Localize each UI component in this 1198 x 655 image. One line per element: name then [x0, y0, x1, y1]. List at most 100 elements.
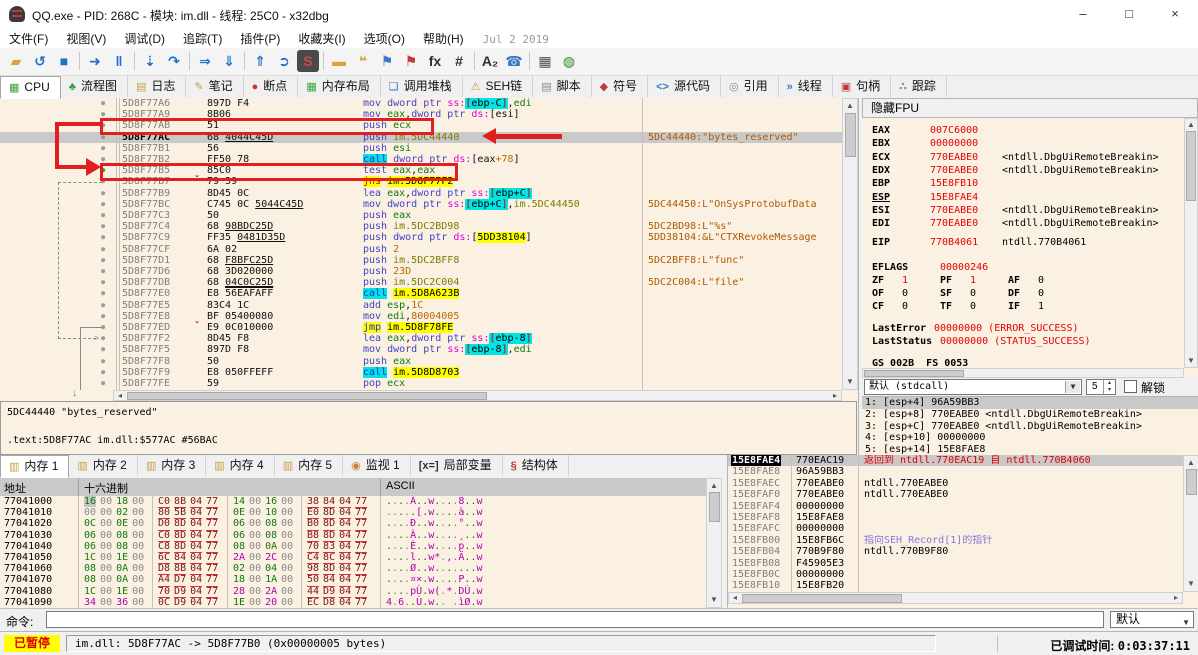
- scrollbar-thumb[interactable]: [127, 392, 487, 400]
- stack-row[interactable]: 15E8FAEC 770EABE0 ntdll.770EABE0: [728, 478, 1183, 489]
- trace-into-icon[interactable]: ➲: [273, 50, 295, 72]
- scroll-up-icon[interactable]: ▲: [1185, 119, 1197, 131]
- menu-item[interactable]: 追踪(T): [174, 28, 231, 49]
- command-script-dropdown[interactable]: 默认 ▼: [1110, 611, 1194, 628]
- calculator-icon[interactable]: ▦: [534, 50, 556, 72]
- tab-调用堆栈[interactable]: ❏ 调用堆栈: [381, 76, 463, 97]
- stack-row[interactable]: 15E8FAF8 15E8FAE8: [728, 512, 1183, 523]
- menu-item[interactable]: 收藏夹(I): [289, 28, 354, 49]
- strings-icon[interactable]: A₂: [479, 50, 501, 72]
- disasm-row[interactable]: ● 5D8F77E8 BF 05400080 mov edi,80004005: [0, 311, 842, 322]
- disasm-row[interactable]: ● 5D8F77F2 8D45 F8 lea eax,dword ptr ss:[eb…: [0, 333, 842, 345]
- stack-row[interactable]: 15E8FB0C 00000000: [728, 569, 1183, 580]
- disassembly-hscrollbar[interactable]: ◂ ▸: [113, 390, 842, 401]
- scrollbar-thumb[interactable]: [709, 492, 720, 522]
- disasm-row[interactable]: ● 5D8F77CF 6A 02 push 2: [0, 244, 842, 255]
- calling-convention-select[interactable]: 默认 (stdcall) ▼: [864, 379, 1082, 395]
- disasm-row[interactable]: ● 5D8F77F8 50 push eax: [0, 356, 842, 367]
- dump-row[interactable]: 77041040 06 00 08 00 C8 8D 04 77 08 00 0A 00 70 83 04 77…: [0, 541, 706, 553]
- scroll-down-icon[interactable]: ▼: [1184, 578, 1198, 590]
- scroll-up-icon[interactable]: ▲: [707, 480, 721, 492]
- tab-监视 1[interactable]: ◉ 监视 1: [343, 455, 411, 476]
- tab-日志[interactable]: ▤ 日志: [128, 76, 187, 97]
- scroll-down-icon[interactable]: ▼: [843, 376, 857, 388]
- tab-结构体[interactable]: § 结构体: [503, 455, 569, 476]
- restart-icon[interactable]: ↺: [29, 50, 51, 72]
- menu-item[interactable]: 选项(O): [355, 28, 414, 49]
- tab-CPU[interactable]: ▦ CPU: [0, 76, 61, 99]
- run-to-user-code-icon[interactable]: ⇒: [194, 50, 216, 72]
- disasm-row[interactable]: ● 5D8F77ED E9 0C010000 ˇ jmp im.5D8F78FE: [0, 321, 842, 333]
- disasm-row[interactable]: ● 5D8F77C3 50 push eax: [0, 210, 842, 221]
- tab-内存布局[interactable]: ▦ 内存布局: [298, 76, 381, 97]
- step-over-icon[interactable]: ↷: [163, 50, 185, 72]
- dump-vscrollbar[interactable]: ▲ ▼: [706, 478, 722, 608]
- tab-线程[interactable]: » 线程: [779, 76, 833, 97]
- tab-局部变量[interactable]: [x=] 局部变量: [411, 455, 503, 476]
- maximize-button[interactable]: □: [1106, 0, 1152, 28]
- comments-icon[interactable]: ❝: [352, 50, 374, 72]
- dump-row[interactable]: 77041060 08 00 0A 00 D8 8B 04 77 02 00 04 00 98 8D 04 77…: [0, 563, 706, 576]
- unlock-checkbox[interactable]: [1124, 380, 1137, 393]
- menu-item[interactable]: 调试(D): [115, 28, 174, 49]
- dump-row[interactable]: 77041030 06 00 08 00 C0 8D 04 77 06 00 08 00 B8 8D 04 77…: [0, 530, 706, 542]
- step-out-icon[interactable]: ⇓: [218, 50, 240, 72]
- scroll-right-icon[interactable]: ▸: [1171, 593, 1181, 603]
- run-until-return-icon[interactable]: ⇑: [249, 50, 271, 72]
- tab-句柄[interactable]: ▣ 句柄: [833, 76, 892, 97]
- registers-hscrollbar[interactable]: [862, 368, 1184, 378]
- scrollbar-thumb[interactable]: [742, 594, 902, 603]
- dump-row[interactable]: 77041000 16 00 18 00 C0 8B 04 77 14 00 16 00 38 84 04 77…: [0, 496, 706, 509]
- tab-源代码[interactable]: <> 源代码: [648, 76, 721, 97]
- menu-item[interactable]: 帮助(H): [414, 28, 473, 49]
- menu-item[interactable]: 文件(F): [0, 28, 57, 49]
- scroll-left-icon[interactable]: ◂: [115, 391, 125, 400]
- menu-item[interactable]: 视图(V): [57, 28, 115, 49]
- run-icon[interactable]: ➜: [84, 50, 106, 72]
- menu-item[interactable]: 插件(P): [231, 28, 289, 49]
- tab-断点[interactable]: ● 断点: [244, 76, 299, 97]
- open-file-icon[interactable]: ▰: [5, 50, 27, 72]
- step-into-icon[interactable]: ⇣: [139, 50, 161, 72]
- scroll-up-icon[interactable]: ▲: [843, 100, 857, 112]
- dump-row[interactable]: 77041050 1C 00 1E 00 6C 84 04 77 2A 00 2C 00 C4 8C 04 77…: [0, 552, 706, 565]
- stepper-arrows-icon[interactable]: ▴ ▾: [1103, 380, 1115, 394]
- stack-row[interactable]: 15E8FB04 770B9F80 ntdll.770B9F80: [728, 546, 1183, 557]
- scroll-right-icon[interactable]: ▸: [830, 391, 840, 400]
- patch-icon[interactable]: ▬: [328, 50, 350, 72]
- dump-row[interactable]: 77041070 08 00 0A 00 A4 D7 04 77 18 00 1A 00 50 84 04 77…: [0, 574, 706, 587]
- tab-笔记[interactable]: ✎ 笔记: [186, 76, 244, 97]
- hide-fpu-button[interactable]: 隐藏FPU: [862, 98, 1198, 118]
- dump-row[interactable]: 77041090 34 00 36 00 0C D9 04 77 1E 00 20 00 EC D8 04 77…: [0, 597, 706, 608]
- disasm-row[interactable]: ● 5D8F77E0 E8 56EAFAFF call im.5D8A623B: [0, 288, 842, 300]
- disasm-row[interactable]: ● 5D8F77C4 68 98BDC25D push im.5DC2BD98 5DC2…: [0, 221, 842, 232]
- functions-icon[interactable]: fx: [424, 50, 446, 72]
- disasm-row[interactable]: ● 5D8F77A6 897D F4 mov dword ptr ss:[ebp-C]…: [0, 98, 842, 109]
- tab-内存 5[interactable]: ▥ 内存 5: [275, 455, 344, 476]
- minimize-button[interactable]: –: [1060, 0, 1106, 28]
- labels-icon[interactable]: ⚑: [376, 50, 398, 72]
- argument-row[interactable]: 2: [esp+8] 770EABE0 <ntdll.DbgUiRemoteBr…: [862, 409, 1198, 421]
- tab-内存 3[interactable]: ▥ 内存 3: [138, 455, 207, 476]
- command-input[interactable]: [46, 611, 1104, 628]
- dump-row[interactable]: 77041080 1C 00 1E 00 70 D9 04 77 28 00 2A 00 44 D9 04 77…: [0, 586, 706, 598]
- stack-row[interactable]: 15E8FB08 F45905E3: [728, 558, 1183, 569]
- tab-跟踪[interactable]: ∴ 跟踪: [891, 76, 947, 97]
- stack-row[interactable]: 15E8FAE8 96A59BB3: [728, 466, 1183, 477]
- argument-row[interactable]: 1: [esp+4] 96A59BB3: [862, 397, 1198, 409]
- tab-SEH链[interactable]: ⚠ SEH链: [463, 76, 534, 97]
- stack-hscrollbar[interactable]: ◂ ▸: [728, 592, 1183, 604]
- registers-vscrollbar[interactable]: ▲ ▼: [1184, 118, 1198, 368]
- stack-row[interactable]: 15E8FAE4 770EAC19 返回到 ntdll.770EAC19 自 ntd…: [728, 455, 1183, 467]
- disasm-row[interactable]: ● 5D8F77E5 83C4 1C add esp,1C: [0, 300, 842, 311]
- disasm-row[interactable]: ● 5D8F77F5 897D F8 mov dword ptr ss:[ebp-8]…: [0, 344, 842, 356]
- disasm-row[interactable]: ● 5D8F77DB 68 04C0C25D push im.5DC2C004 5DC2…: [0, 277, 842, 288]
- dump-row[interactable]: 77041010 00 00 02 00 80 5B 04 77 0E 00 10 00 E0 8D 04 77…: [0, 507, 706, 520]
- pause-icon[interactable]: ‖: [108, 50, 130, 72]
- scrollbar-thumb[interactable]: [864, 370, 964, 377]
- scrollbar-thumb[interactable]: [1186, 131, 1196, 201]
- argument-row[interactable]: 4: [esp+10] 00000000: [862, 432, 1198, 444]
- scroll-left-icon[interactable]: ◂: [730, 593, 740, 603]
- argument-row[interactable]: 3: [esp+C] 770EABE0 <ntdll.DbgUiRemoteBr…: [862, 421, 1198, 433]
- tab-内存 2[interactable]: ▥ 内存 2: [69, 455, 138, 476]
